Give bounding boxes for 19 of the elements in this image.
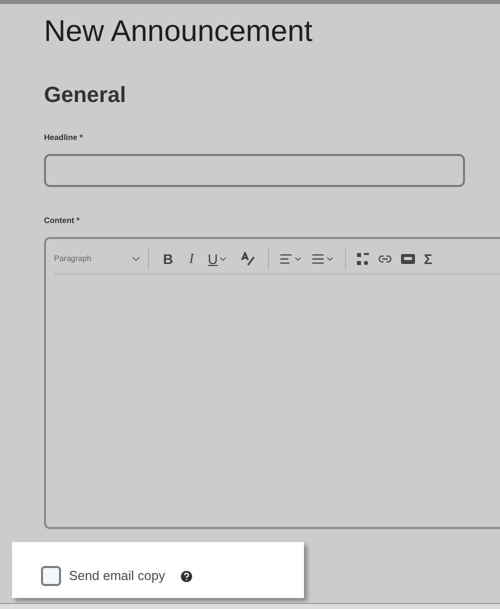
list-icon [310, 252, 325, 266]
bold-button[interactable]: B [155, 248, 182, 270]
field-label: Headline * [44, 132, 83, 144]
media-icon[interactable] [400, 253, 416, 265]
grid-icon[interactable] [356, 252, 370, 266]
content-editor[interactable]: Paragraph B I U Σ [44, 237, 500, 529]
text-color-icon[interactable] [240, 252, 256, 266]
help-icon[interactable] [179, 569, 194, 584]
checkbox-label: Send email copy [69, 567, 166, 585]
align-left-icon [278, 252, 293, 266]
field-label: Content * [44, 215, 80, 227]
section-title: General [44, 82, 126, 108]
equation-button[interactable]: Σ [420, 248, 436, 270]
headline-input-field[interactable] [44, 154, 465, 187]
page-title: New Announcement [44, 14, 313, 50]
underline-button[interactable]: U [202, 248, 234, 270]
email-copy-checkbox[interactable] [41, 566, 61, 586]
paragraph-select[interactable]: Paragraph [54, 253, 142, 265]
italic-button[interactable]: I [181, 248, 202, 270]
